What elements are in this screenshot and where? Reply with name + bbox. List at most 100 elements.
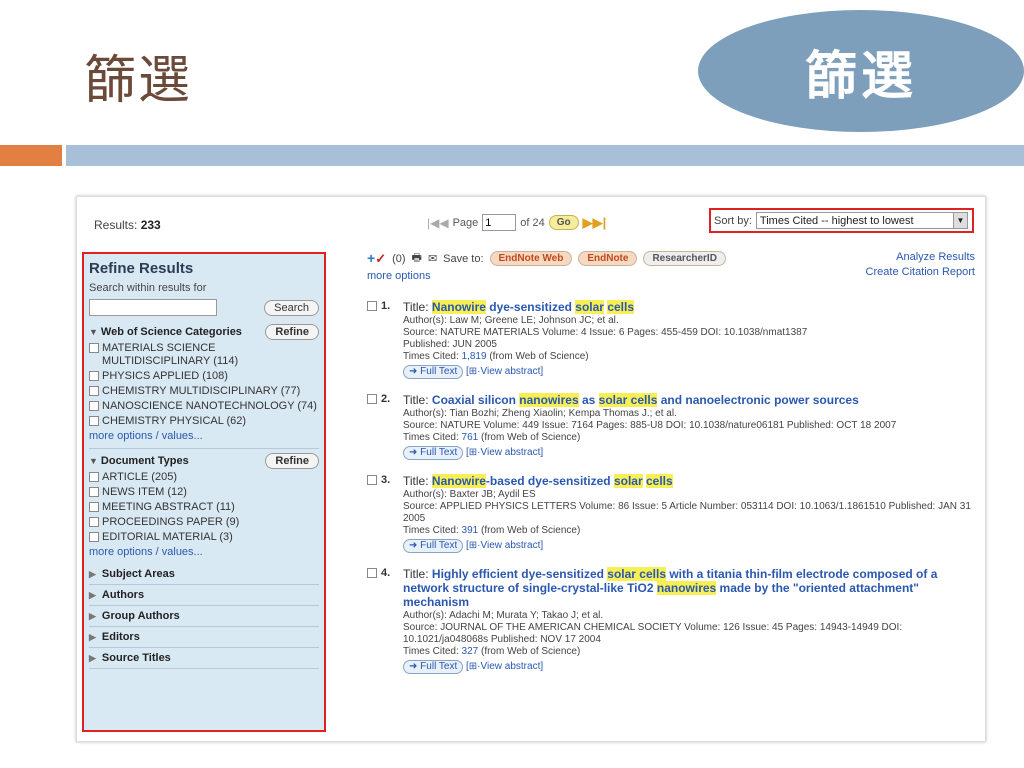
record-index: 2. <box>381 393 391 405</box>
full-text-label: Full Text <box>420 540 458 551</box>
chevron-down-icon: ▼ <box>953 213 967 228</box>
cited-count-link[interactable]: 391 <box>462 525 479 536</box>
doc-type-item[interactable]: ARTICLE (205) <box>89 471 319 484</box>
cited-count-link[interactable]: 1,819 <box>462 351 487 362</box>
refine-panel: Refine Results Search within results for… <box>82 252 326 732</box>
title-part: as <box>578 393 599 407</box>
view-abstract-link[interactable]: [⊞·View abstract] <box>463 366 543 377</box>
search-button[interactable]: Search <box>264 299 319 316</box>
category-item[interactable]: NANOSCIENCE NANOTECHNOLOGY (74) <box>89 400 319 413</box>
title-part: solar <box>613 474 643 488</box>
collapsed-section[interactable]: ▶ Editors <box>89 627 319 648</box>
checkbox[interactable] <box>89 386 99 396</box>
collapsed-section[interactable]: ▶ Group Authors <box>89 606 319 627</box>
record-body: Title: Nanowire-based dye-sensitized sol… <box>403 474 979 553</box>
result-record: 2. Title: Coaxial silicon nanowires as so… <box>367 393 979 460</box>
checkbox[interactable] <box>89 487 99 497</box>
record-title[interactable]: Title: Coaxial silicon nanowires as sola… <box>403 393 896 407</box>
checkbox[interactable] <box>89 502 99 512</box>
document-types-header[interactable]: ▼ Document Types Refine <box>89 453 319 469</box>
category-label: NANOSCIENCE NANOTECHNOLOGY (74) <box>102 400 317 412</box>
record-title[interactable]: Title: Nanowire dye-sensitized solar cel… <box>403 300 807 314</box>
title-part: Nanowire <box>431 300 486 314</box>
email-icon[interactable]: ✉ <box>428 252 437 265</box>
full-text-button[interactable]: ➜ Full Text <box>403 446 464 460</box>
record-body: Title: Nanowire dye-sensitized solar cel… <box>403 300 807 379</box>
collapsed-section[interactable]: ▶ Subject Areas <box>89 564 319 585</box>
cited-count-link[interactable]: 327 <box>462 646 479 657</box>
doc-type-item[interactable]: EDITORIAL MATERIAL (3) <box>89 531 319 544</box>
pagination: |◀◀ Page of 24 Go ▶▶| <box>427 214 606 231</box>
endnote-web-button[interactable]: EndNote Web <box>489 251 573 266</box>
cited-source: (from Web of Science) <box>478 525 581 536</box>
record-checkbox[interactable] <box>367 568 377 578</box>
title-prefix: Title: <box>403 567 432 581</box>
next-page-icon[interactable]: ▶▶| <box>583 215 607 231</box>
record-number: 3. <box>367 474 397 553</box>
triangle-down-icon: ▼ <box>89 327 98 337</box>
view-abstract-link[interactable]: [⊞·View abstract] <box>463 661 543 672</box>
wos-categories-header[interactable]: ▼ Web of Science Categories Refine <box>89 324 319 340</box>
view-abstract-link[interactable]: [⊞·View abstract] <box>463 540 543 551</box>
section-label: Source Titles <box>101 652 171 664</box>
researcherid-button[interactable]: ResearcherID <box>643 251 726 266</box>
category-item[interactable]: MATERIALS SCIENCE MULTIDISCIPLINARY (114… <box>89 342 319 368</box>
record-authors: Author(s): Adachi M; Murata Y; Takao J; … <box>403 610 604 621</box>
record-checkbox[interactable] <box>367 475 377 485</box>
record-title[interactable]: Title: Highly efficient dye-sensitized s… <box>403 567 979 609</box>
header-bar <box>66 145 1024 166</box>
add-to-list-icon[interactable]: +✓ <box>367 250 386 267</box>
category-item[interactable]: CHEMISTRY PHYSICAL (62) <box>89 415 319 428</box>
title-badge: 篩選 <box>698 10 1024 132</box>
collapsed-section[interactable]: ▶ Authors <box>89 585 319 606</box>
more-options-link[interactable]: more options / values... <box>89 430 319 442</box>
category-item[interactable]: CHEMISTRY MULTIDISCIPLINARY (77) <box>89 385 319 398</box>
citation-report-link[interactable]: Create Citation Report <box>866 265 975 280</box>
triangle-right-icon: ▶ <box>89 611 96 621</box>
checkbox[interactable] <box>89 343 99 353</box>
analyze-results-link[interactable]: Analyze Results <box>866 250 975 265</box>
more-options-link[interactable]: more options / values... <box>89 546 319 558</box>
record-checkbox[interactable] <box>367 394 377 404</box>
title-part: solar cells <box>598 393 658 407</box>
doc-type-item[interactable]: MEETING ABSTRACT (11) <box>89 501 319 514</box>
endnote-button[interactable]: EndNote <box>578 251 638 266</box>
search-within-input[interactable] <box>89 299 217 316</box>
title-part: nanowires <box>519 393 579 407</box>
first-page-icon[interactable]: |◀◀ <box>427 216 449 230</box>
print-icon[interactable]: 🖶 <box>412 249 422 268</box>
triangle-right-icon: ▶ <box>89 653 96 663</box>
full-text-button[interactable]: ➜ Full Text <box>403 365 464 379</box>
cited-count-link[interactable]: 761 <box>462 432 479 443</box>
search-within-label: Search within results for <box>89 282 207 294</box>
full-text-button[interactable]: ➜ Full Text <box>403 539 464 553</box>
record-title[interactable]: Title: Nanowire-based dye-sensitized sol… <box>403 474 979 488</box>
category-label: CHEMISTRY MULTIDISCIPLINARY (77) <box>102 385 301 397</box>
checkbox[interactable] <box>89 371 99 381</box>
sort-select[interactable]: Times Cited -- highest to lowest ▼ <box>755 212 968 229</box>
checkbox[interactable] <box>89 472 99 482</box>
category-item[interactable]: PHYSICS APPLIED (108) <box>89 370 319 383</box>
category-label: CHEMISTRY PHYSICAL (62) <box>102 415 247 427</box>
title-prefix: Title: <box>403 393 432 407</box>
doc-type-item[interactable]: PROCEEDINGS PAPER (9) <box>89 516 319 529</box>
full-text-button[interactable]: ➜ Full Text <box>403 660 464 674</box>
checkbox[interactable] <box>89 532 99 542</box>
refine-button[interactable]: Refine <box>265 324 319 340</box>
title-prefix: Title: <box>403 300 432 314</box>
triangle-right-icon: ▶ <box>89 632 96 642</box>
page-input[interactable] <box>482 214 517 231</box>
search-results-screenshot: Results: 233 |◀◀ Page of 24 Go ▶▶| Sort … <box>76 196 986 742</box>
record-checkbox[interactable] <box>367 301 377 311</box>
checkbox[interactable] <box>89 517 99 527</box>
checkbox[interactable] <box>89 416 99 426</box>
refine-button[interactable]: Refine <box>265 453 319 469</box>
record-number: 2. <box>367 393 397 460</box>
record-actions: ➜ Full Text [⊞·View abstract] <box>403 658 979 674</box>
collapsed-section[interactable]: ▶ Source Titles <box>89 648 319 669</box>
doc-type-item[interactable]: NEWS ITEM (12) <box>89 486 319 499</box>
checkbox[interactable] <box>89 401 99 411</box>
view-abstract-link[interactable]: [⊞·View abstract] <box>463 447 543 458</box>
go-button[interactable]: Go <box>548 215 579 230</box>
record-source: Source: NATURE Volume: 449 Issue: 7164 P… <box>403 420 897 431</box>
